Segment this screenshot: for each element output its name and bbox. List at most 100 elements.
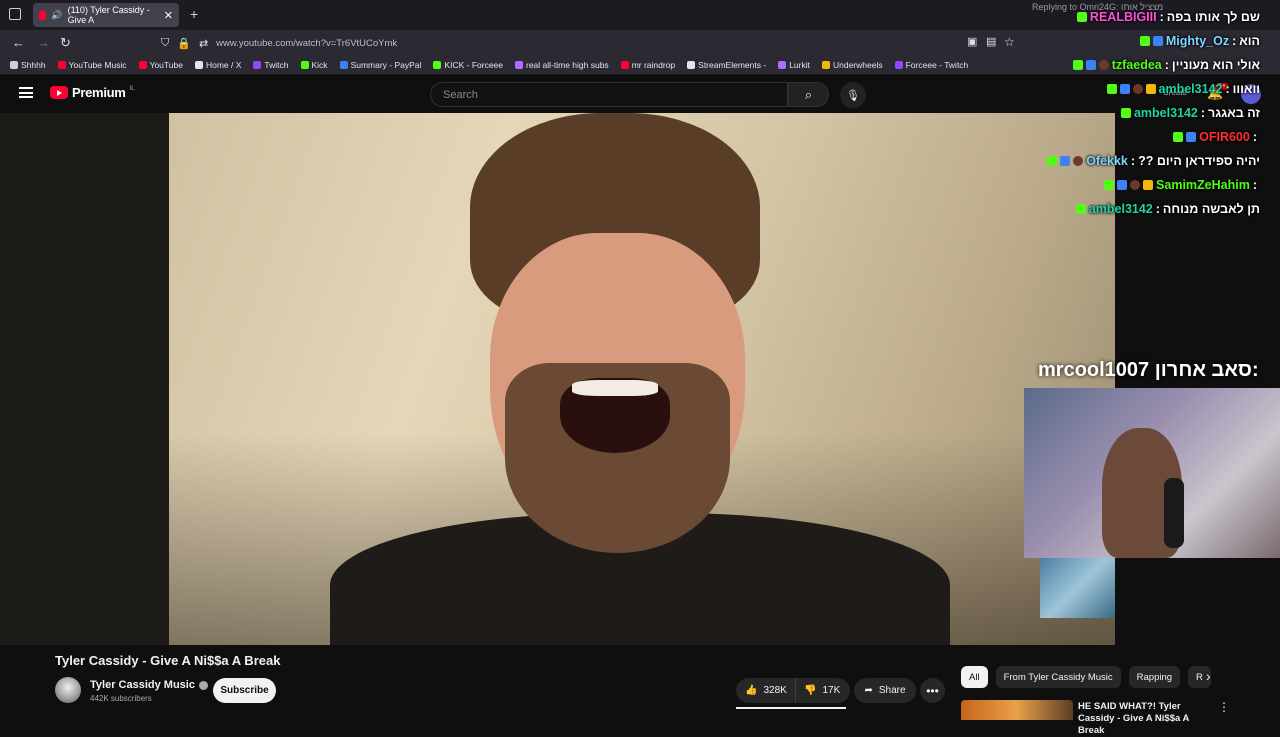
share-button[interactable]: ➦ Share [854,678,916,703]
chat-username: ambel3142 [1133,106,1198,120]
dislike-button[interactable]: 👎 17K [796,678,840,703]
chat-text: זה באגגר [1208,106,1260,120]
bookmark-favicon-icon [57,61,66,69]
bookmark-label: StreamElements - [698,60,767,70]
bookmark-favicon-icon [194,61,203,69]
more-actions-button[interactable]: ••• [920,678,945,703]
picture-in-picture-icon[interactable]: ▣ [967,35,977,48]
browser-tab-active[interactable]: 🔊 (110) Tyler Cassidy - Give A ✕ [33,3,179,27]
chat-badge-icon [1047,156,1058,166]
like-button[interactable]: 👍 328K [736,678,796,703]
chat-username: Ofekkk [1086,154,1128,168]
chat-message: tzfaedea : אולי הוא מעוניין [1072,58,1260,72]
bookmark-item[interactable]: YouTube [138,60,183,70]
like-ratio-bar [736,707,846,709]
video-player[interactable] [0,113,1115,645]
bookmark-star-icon[interactable]: ☆ [1004,35,1015,49]
thumbs-up-icon: 👍 [745,685,758,696]
new-tab-icon[interactable]: + [190,6,198,22]
chat-message: Mighty_Oz : הוא [1139,34,1260,48]
chat-separator: : [1252,130,1257,144]
url-text[interactable]: www.youtube.com/watch?v=Tr6VtUCoYmk [216,38,397,49]
url-bar[interactable]: ⛉ 🔒 ⇄ www.youtube.com/watch?v=Tr6VtUCoYm… [155,33,1025,53]
reader-view-icon[interactable]: ▤ [986,35,996,48]
chat-username: SamimZeHahim [1156,178,1250,192]
bookmark-favicon-icon [10,61,18,69]
chat-badge-icon [1060,156,1071,166]
bookmark-item[interactable]: Lurkit [778,60,810,70]
youtube-play-icon [50,86,68,99]
permissions-icon[interactable]: ⇄ [199,37,208,50]
channel-name-link[interactable]: Tyler Cassidy Music [90,679,208,691]
bookmark-favicon-icon [894,61,903,69]
menu-icon[interactable] [19,87,33,98]
youtube-logo[interactable]: Premium IL [50,85,135,100]
chat-badge-icon [1076,12,1087,22]
webcam-lower-panel [1040,558,1115,618]
bookmark-label: YouTube [149,60,183,70]
chat-text: הוא [1239,34,1260,48]
lock-icon[interactable]: 🔒 [177,37,191,50]
bookmark-item[interactable]: YouTube Music [57,60,127,70]
chat-badge-icon [1119,84,1130,94]
bookmark-item[interactable]: Forceee - Twitch [894,60,968,70]
youtube-favicon-icon [39,10,47,20]
bookmark-label: Lurkit [789,60,810,70]
close-icon[interactable]: ✕ [164,9,173,22]
chat-badge-icon [1132,84,1143,94]
bookmark-item[interactable]: mr raindrop [620,60,675,70]
microphone-icon: 🎙 [846,89,860,102]
country-code: IL [129,85,135,92]
recommended-title[interactable]: HE SAID WHAT?! Tyler Cassidy - Give A Ni… [1078,701,1218,737]
shield-icon[interactable]: ⛉ [161,37,169,50]
chat-separator: : [1164,58,1169,72]
forward-icon[interactable]: → [37,35,50,50]
chat-badge-icon [1186,132,1197,142]
webcam-microphone [1164,478,1184,548]
search-button[interactable]: ⌕ [788,82,829,107]
chat-badge-icon [1106,84,1117,94]
bookmark-item[interactable]: real all-time high subs [515,60,609,70]
search-input[interactable]: Search [430,82,788,107]
bookmark-favicon-icon [138,61,147,69]
voice-search-button[interactable]: 🎙 [840,82,866,108]
recommendation-chips: All From Tyler Cassidy Music Rapping R [961,666,1211,688]
more-vert-icon[interactable]: ⋮ [1218,700,1230,714]
bookmark-item[interactable]: Summary - PayPal [339,60,422,70]
filter-chip[interactable]: Rapping [1128,666,1181,688]
chat-badge-icon [1072,60,1083,70]
speaker-icon[interactable]: 🔊 [51,10,62,21]
channel-avatar[interactable] [55,677,81,703]
bookmark-item[interactable]: Shhhh [10,60,46,70]
bookmark-item[interactable]: StreamElements - [687,60,766,70]
bookmark-favicon-icon [253,61,262,69]
bookmark-label: Kick [311,60,328,70]
bookmark-favicon-icon [339,61,348,69]
chat-separator: : [1200,106,1206,120]
subscribe-button[interactable]: Subscribe [213,678,276,703]
bookmark-item[interactable]: Twitch [253,60,289,70]
bookmark-item[interactable]: Home / X [194,60,241,70]
tab-list-icon[interactable] [9,8,21,20]
chat-message: ambel3142 : תן לאבשה מנוחה [1075,202,1260,216]
chat-badge-icon [1098,60,1109,70]
bookmark-label: Summary - PayPal [350,60,422,70]
filter-chip[interactable]: From Tyler Cassidy Music [995,666,1121,688]
chat-username: OFIR600 [1199,130,1250,144]
channel-name[interactable]: Tyler Cassidy Music [90,679,195,691]
filter-chip[interactable]: All [961,666,988,688]
logo-wordmark: Premium [72,85,126,100]
reload-icon[interactable]: ↻ [60,35,71,51]
recommended-thumbnail[interactable] [961,700,1073,720]
bookmark-item[interactable]: Underwheels [821,60,883,70]
more-icon: ••• [926,683,939,698]
bookmark-label: real all-time high subs [526,60,609,70]
bookmark-favicon-icon [620,61,629,69]
bookmark-item[interactable]: KICK - Forceee [433,60,503,70]
chat-badge-icon [1143,180,1154,190]
bookmark-item[interactable]: Kick [300,60,328,70]
back-icon[interactable]: ← [12,35,25,50]
chevron-right-icon[interactable]: › [1206,668,1211,684]
chat-username: ambel3142 [1088,202,1153,216]
like-count: 328K [763,685,787,696]
